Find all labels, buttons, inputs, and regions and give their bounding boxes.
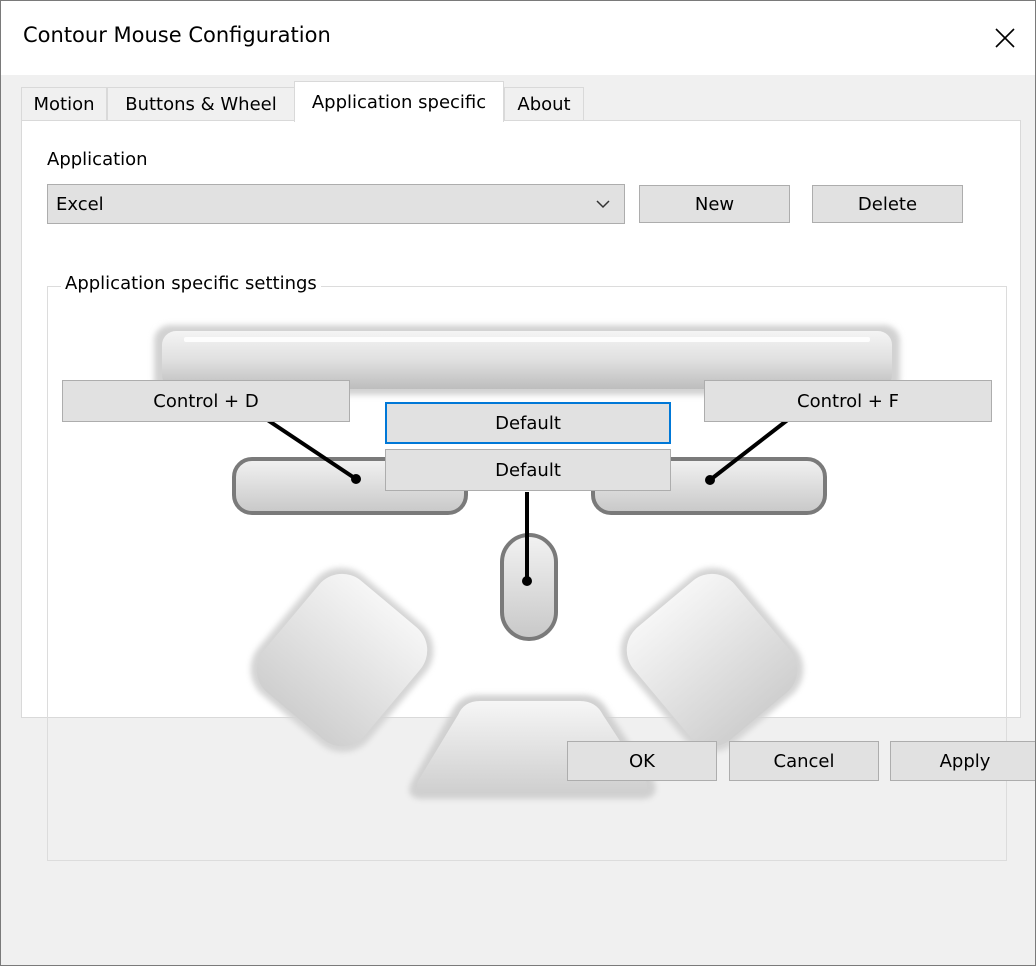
apply-button-label: Apply [939,750,991,772]
left-button-assignment-label: Control + D [153,390,259,412]
right-button-assignment-label: Control + F [797,390,899,412]
wheel-click-assignment[interactable]: Default [385,449,671,491]
cancel-button[interactable]: Cancel [729,741,879,781]
wheel-up-assignment-label: Default [495,412,561,434]
new-button[interactable]: New [639,185,790,223]
chevron-down-icon [596,200,610,209]
footer-buttons: OK Cancel Apply [1,741,1035,801]
ok-button[interactable]: OK [567,741,717,781]
delete-button-label: Delete [857,193,918,215]
left-side-pad [250,567,434,753]
application-selected-value: Excel [56,194,104,215]
close-icon [995,28,1015,48]
tab-application-specific[interactable]: Application specific [294,81,504,122]
dialog-window: Contour Mouse Configuration Motion Butto… [0,0,1036,966]
delete-button[interactable]: Delete [812,185,963,223]
tab-label: Buttons & Wheel [125,94,277,115]
tab-label: Motion [33,94,95,115]
wheel-up-assignment[interactable]: Default [385,402,671,444]
tab-motion[interactable]: Motion [21,87,107,121]
close-button[interactable] [975,1,1035,75]
apply-button[interactable]: Apply [890,741,1035,781]
cancel-button-label: Cancel [773,750,835,772]
tab-strip: Motion Buttons & Wheel Application speci… [21,81,1021,122]
tab-label: About [517,94,571,115]
new-button-label: New [694,193,735,215]
right-button-assignment[interactable]: Control + F [704,380,992,422]
tab-label: Application specific [311,91,487,113]
application-label: Application [47,149,148,170]
tab-about[interactable]: About [504,87,584,121]
tab-buttons-wheel[interactable]: Buttons & Wheel [107,87,295,121]
application-dropdown[interactable]: Excel [47,184,625,224]
tab-panel: Application Excel New Delete Application… [21,120,1021,861]
right-side-pad [620,567,804,753]
wheel-click-assignment-label: Default [495,459,561,481]
title-bar: Contour Mouse Configuration [1,1,1035,75]
window-title: Contour Mouse Configuration [23,23,331,47]
left-button-assignment[interactable]: Control + D [62,380,350,422]
ok-button-label: OK [629,750,655,772]
